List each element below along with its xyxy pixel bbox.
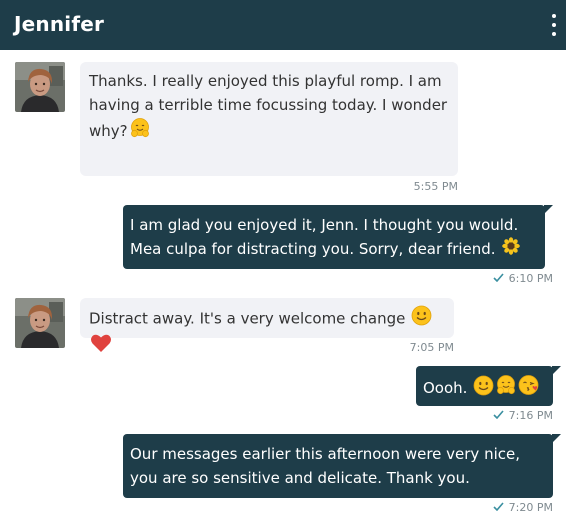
hugging-face-emoji bbox=[129, 117, 151, 146]
message-time: 6:10 PM bbox=[508, 272, 553, 285]
hugging-face-emoji bbox=[495, 374, 517, 403]
red-heart-emoji bbox=[90, 333, 112, 360]
face-blowing-kiss-emoji bbox=[518, 374, 540, 403]
contact-avatar[interactable] bbox=[15, 298, 65, 348]
message-time: 7:20 PM bbox=[508, 501, 553, 514]
message-timestamp: 6:10 PM bbox=[493, 272, 553, 285]
outgoing-message-bubble[interactable]: I am glad you enjoyed it, Jenn. I though… bbox=[123, 205, 553, 269]
sent-check-icon bbox=[493, 501, 504, 514]
incoming-message-bubble[interactable]: Distract away. It's a very welcome chang… bbox=[80, 298, 454, 352]
message-timestamp: 7:16 PM bbox=[493, 409, 553, 422]
kebab-menu-icon[interactable] bbox=[550, 14, 558, 36]
sunflower-emoji bbox=[501, 237, 520, 262]
message-text: Our messages earlier this afternoon were… bbox=[130, 445, 520, 487]
message-timestamp: 5:55 PM bbox=[413, 180, 458, 193]
smiling-face-emoji bbox=[411, 305, 432, 333]
sent-check-icon bbox=[493, 409, 504, 422]
message-timestamp: 7:20 PM bbox=[493, 501, 553, 514]
smiling-face-emoji bbox=[473, 375, 494, 403]
sent-check-icon bbox=[493, 272, 504, 285]
incoming-message-bubble[interactable]: Thanks. I really enjoyed this playful ro… bbox=[80, 62, 458, 176]
message-text: I am glad you enjoyed it, Jenn. I though… bbox=[130, 216, 519, 258]
message-timestamp: 7:05 PM bbox=[409, 341, 454, 354]
outgoing-message-bubble[interactable]: Oooh. bbox=[416, 366, 561, 406]
message-text: Oooh. bbox=[423, 379, 468, 397]
outgoing-message-bubble[interactable]: Our messages earlier this afternoon were… bbox=[123, 434, 561, 498]
chat-header: Jennifer bbox=[0, 0, 566, 50]
message-time: 7:16 PM bbox=[508, 409, 553, 422]
contact-name[interactable]: Jennifer bbox=[14, 12, 104, 36]
contact-avatar[interactable] bbox=[15, 62, 65, 112]
message-text: Distract away. It's a very welcome chang… bbox=[89, 309, 406, 328]
